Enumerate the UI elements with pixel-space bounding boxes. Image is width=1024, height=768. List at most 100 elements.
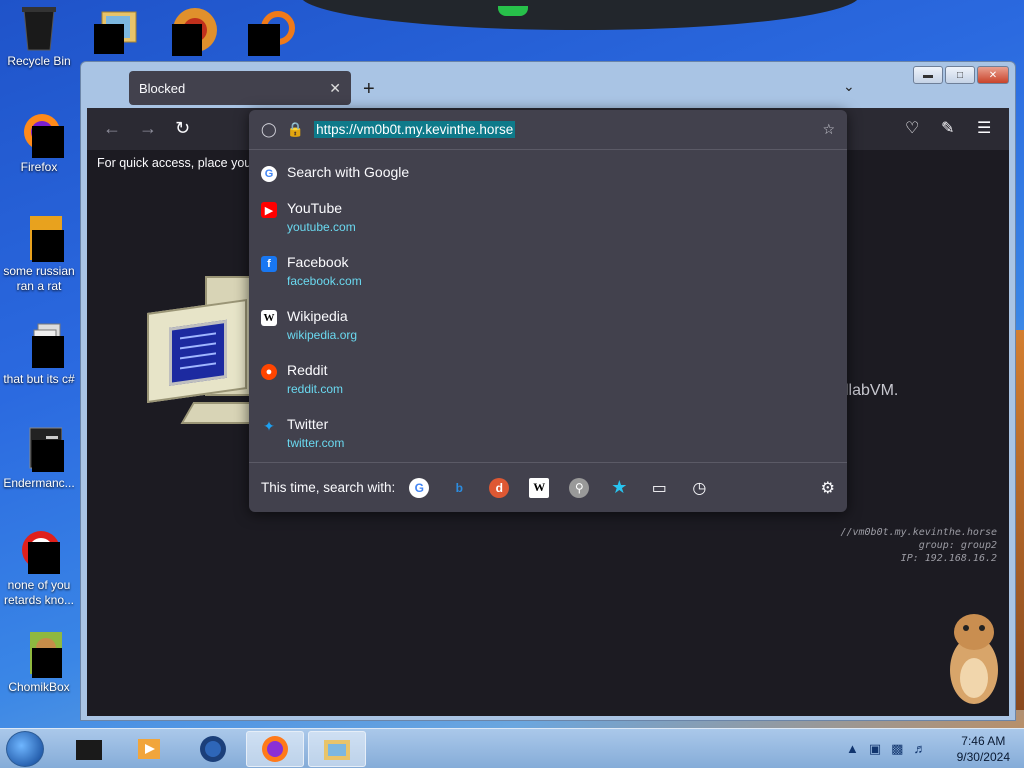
gear-icon[interactable]: ⚙ [821,478,835,498]
wikipedia-icon: W [261,310,277,326]
taskbar-app-terminal[interactable] [60,731,118,767]
search-engine-icon[interactable]: ⚲ [569,477,590,498]
wikipedia-engine-icon[interactable]: W [529,477,550,498]
system-tray: ▲ ▣ ▩ ♬ [846,741,926,757]
list-item[interactable]: ✦ Twitter twitter.com [249,416,847,450]
history-engine-icon[interactable]: ◷ [689,478,709,498]
tracking-protection-icon[interactable]: ◯ [261,121,277,138]
clock[interactable]: 7:46 AM 9/30/2024 [957,733,1010,765]
close-tab-icon[interactable]: ✕ [329,80,341,97]
vm-info: //vm0b0t.my.kevinthe.horse group: group2… [840,526,997,565]
list-item[interactable]: ● Reddit reddit.com [249,362,847,396]
desktop-icon-recycle-bin[interactable]: Recycle Bin [0,4,78,69]
taskbar-app-firefox[interactable] [246,731,304,767]
firefox-icon [262,736,288,762]
desktop-icon-label: none of you retards kno... [3,578,75,607]
redaction-box [172,24,202,56]
desktop-icon-label: some russian ran a rat [3,264,75,293]
desktop-icon-none-of-you[interactable]: none of you retards kno... [0,528,78,608]
minimize-button[interactable]: ▬ [913,66,943,84]
desktop-icon-label: Recycle Bin [7,54,71,68]
result-url: twitter.com [287,436,345,450]
urlbar-dropdown: ◯ 🔒 https://vm0b0t.my.kevinthe.horse ☆ G… [249,110,847,512]
folder-icon [324,740,350,760]
list-item[interactable]: f Facebook facebook.com [249,254,847,288]
desktop-icon-media[interactable] [170,6,220,56]
pocket-icon[interactable]: ♡ [905,118,919,138]
search-label: Search with Google [287,164,410,180]
opera-icon [16,528,62,574]
monitor-icon[interactable]: ▩ [891,741,903,757]
vm-group: group: group2 [918,540,997,551]
result-url: wikipedia.org [287,328,358,342]
url-input[interactable]: https://vm0b0t.my.kevinthe.horse [314,121,516,138]
list-item[interactable]: W Wikipedia wikipedia.org [249,308,847,342]
tab-blocked[interactable]: Blocked ✕ [129,71,351,105]
media-player-icon [138,739,160,759]
start-button[interactable] [6,731,44,767]
bing-engine-icon[interactable]: b [449,478,469,498]
result-title: Twitter [287,416,329,432]
taskbar-app-explorer[interactable] [308,731,366,767]
windows-stack-icon [16,322,64,368]
recycle-bin-icon [16,4,62,51]
result-url: youtube.com [287,220,356,234]
window-controls: ▬ □ ✕ [913,66,1009,84]
maximize-button[interactable]: □ [945,66,975,84]
close-window-button[interactable]: ✕ [977,66,1009,84]
desktop-icon-app[interactable] [248,8,298,58]
taskbar-app-globe[interactable] [184,731,242,767]
redaction-box [94,24,124,54]
desktop-icon-csharp[interactable]: that but its c# [0,322,78,387]
lock-icon[interactable]: 🔒 [287,121,304,138]
result-url: reddit.com [287,382,344,396]
vm-ip: IP: 192.168.16.2 [900,553,997,564]
bookmarks-engine-icon[interactable]: ★ [609,477,629,498]
desktop-icon-chomikbox[interactable]: ChomikBox [0,630,78,695]
redaction-box [248,24,280,56]
page-heading-fragment: llabVM. [845,382,899,399]
forward-icon[interactable]: → [139,118,157,139]
desktop-icon-endermanch[interactable]: Endermanc... [0,426,78,491]
menu-icon[interactable]: ☰ [977,118,991,138]
desktop-icon-folder[interactable] [94,8,142,54]
desktop-icon-label: Firefox [20,160,58,174]
chomikbox-icon [16,630,62,678]
urlbar[interactable]: ◯ 🔒 https://vm0b0t.my.kevinthe.horse ☆ [249,110,847,150]
list-tabs-button[interactable]: ⌄ [843,78,855,95]
facebook-icon: f [261,256,277,272]
vm-host: //vm0b0t.my.kevinthe.horse [840,527,997,538]
result-url: facebook.com [287,274,362,288]
new-tab-button[interactable]: + [363,78,375,101]
result-title: Reddit [287,362,328,378]
bookmarks-toolbar-hint: For quick access, place your b [97,156,266,170]
reddit-icon: ● [261,364,277,380]
desktop-icon-label: that but its c# [3,372,75,386]
firefox-icon [16,110,64,158]
bookmark-star-icon[interactable]: ☆ [822,121,835,138]
network-icon[interactable]: ▣ [869,741,881,757]
youtube-icon: ▶ [261,202,277,218]
show-hidden-icons-icon[interactable]: ▲ [846,741,859,757]
twitter-icon: ✦ [263,417,275,434]
google-icon: G [261,166,277,182]
terminal-icon [76,740,102,760]
taskbar-app-media[interactable] [120,731,178,767]
terminal-icon [16,426,64,472]
desktop-icon-firefox[interactable]: Firefox [0,110,78,175]
desktop-icon-label: Endermanc... [3,476,75,490]
back-icon[interactable]: ← [103,118,121,139]
tabs-engine-icon[interactable]: ▭ [649,478,669,498]
desktop-icon-rat[interactable]: e some russian ran a rat [0,214,78,294]
tab-title: Blocked [139,80,186,96]
duckduckgo-engine-icon[interactable]: d [489,477,510,498]
google-engine-icon[interactable]: G [409,477,430,498]
reload-icon[interactable]: ↻ [175,118,190,139]
list-item[interactable]: ▶ YouTube youtube.com [249,200,847,234]
extensions-icon[interactable]: ✎ [941,118,954,138]
search-suggestion[interactable]: G Search with Google [249,164,847,182]
one-off-search-bar: This time, search with: G b d W ⚲ ★ ▭ ◷ … [249,462,847,512]
one-off-label: This time, search with: [261,480,396,495]
result-title: YouTube [287,200,343,216]
volume-icon[interactable]: ♬ [913,741,926,757]
